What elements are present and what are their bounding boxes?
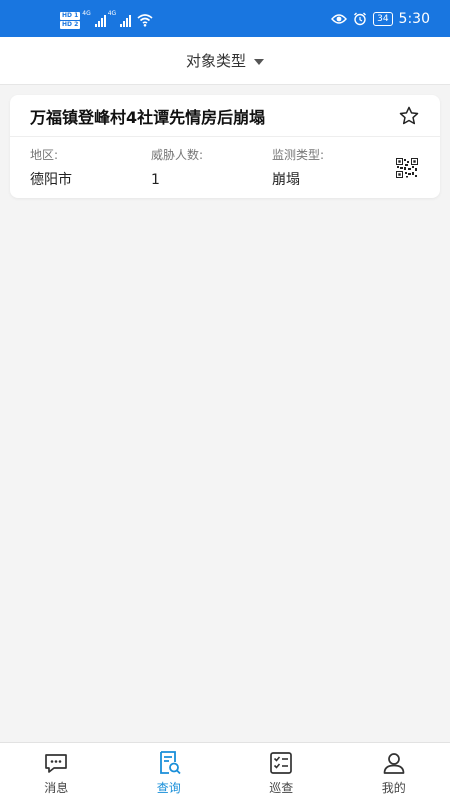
item-title: 万福镇登峰村4社谭先情房后崩塌 — [30, 107, 266, 127]
tab-messages[interactable]: 消息 — [0, 743, 113, 800]
tab-patrol[interactable]: 巡查 — [225, 743, 338, 800]
checklist-icon — [270, 752, 293, 774]
monitor-type-label: 监测类型: — [272, 148, 325, 162]
list-item[interactable]: 万福镇登峰村4社谭先情房后崩塌 地区: 德阳市 威胁人数: 1 监测类型: 崩塌 — [10, 95, 440, 198]
alarm-icon — [354, 12, 367, 25]
object-type-label: 对象类型 — [185, 52, 246, 70]
sim2-badge: HD 2 — [60, 20, 81, 29]
signal1-icon — [94, 13, 106, 27]
network-indicators: HD 1 HD 2 4G 4G — [60, 8, 153, 32]
tab-messages-label: 消息 — [44, 781, 69, 795]
network2-label: 4G — [107, 10, 117, 17]
tab-profile-label: 我的 — [381, 781, 406, 795]
message-icon — [45, 754, 68, 773]
region-value: 德阳市 — [30, 172, 72, 188]
monitor-type-value: 崩塌 — [272, 172, 300, 188]
sim-badges: HD 1 HD 2 — [60, 11, 81, 29]
card-header: 万福镇登峰村4社谭先情房后崩塌 — [10, 95, 440, 137]
threat-count-value: 1 — [151, 172, 160, 188]
card-details: 地区: 德阳市 威胁人数: 1 监测类型: 崩塌 — [10, 137, 440, 198]
wifi-icon — [137, 14, 153, 27]
caret-down-icon — [254, 58, 264, 65]
clock: 5:30 — [398, 10, 430, 27]
threat-count-label: 威胁人数: — [151, 148, 204, 162]
tab-patrol-label: 巡查 — [269, 781, 294, 795]
user-icon — [383, 753, 405, 774]
qr-code-icon[interactable] — [396, 158, 418, 178]
network1-label: 4G — [82, 10, 91, 17]
sim1-badge: HD 1 — [60, 11, 81, 20]
bottom-tab-bar: 消息 查询 巡查 我的 — [0, 742, 450, 800]
tab-query-label: 查询 — [156, 781, 181, 795]
eye-icon — [331, 13, 348, 24]
star-icon[interactable] — [398, 105, 420, 127]
object-type-filter[interactable]: 对象类型 — [0, 37, 450, 85]
battery-level: 34 — [373, 11, 393, 26]
system-indicators: 34 5:30 — [331, 0, 430, 37]
search-document-icon — [159, 751, 181, 775]
monitor-type-field: 监测类型: 崩塌 — [272, 147, 324, 189]
threat-count-field: 威胁人数: 1 — [151, 147, 203, 189]
region-label: 地区: — [30, 148, 59, 162]
tab-profile[interactable]: 我的 — [338, 743, 450, 800]
status-bar: HD 1 HD 2 4G 4G 34 5:30 — [0, 0, 450, 37]
signal2-icon — [120, 13, 132, 27]
region-field: 地区: 德阳市 — [30, 147, 72, 189]
tab-query[interactable]: 查询 — [113, 743, 226, 800]
